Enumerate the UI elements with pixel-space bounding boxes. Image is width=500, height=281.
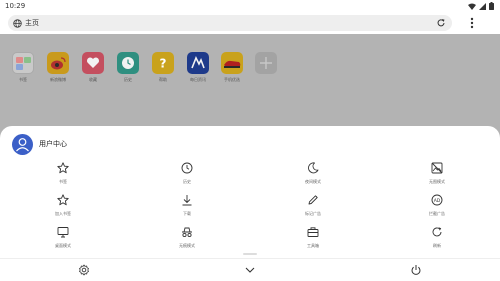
status-bar: 10:29 [0,0,500,12]
menu-label: 标记广告 [305,211,321,216]
shortcut-help[interactable]: ? 帮助 [150,52,176,82]
address-text: 主页 [25,19,39,27]
clock-icon [181,162,193,174]
menu-desktop-mode[interactable]: 桌面模式 [33,225,93,248]
address-bar[interactable]: 主页 [8,15,452,31]
menu-downloads[interactable]: 下载 [157,193,217,216]
help-icon: ? [152,52,174,74]
menu-label: 桌面模式 [55,243,71,248]
sheet-grip[interactable] [243,253,257,255]
menu-toolbox[interactable]: 工具箱 [283,225,343,248]
svg-text:AD: AD [434,198,441,204]
system-icons [468,2,494,10]
menu-label: 夜间模式 [305,179,321,184]
power-icon[interactable] [410,264,422,276]
moon-icon [308,162,319,174]
shortcut-add[interactable] [253,52,279,82]
shoe-icon [221,52,243,74]
weibo-icon [47,52,69,74]
user-center-header[interactable]: 用户中心 [12,133,67,155]
menu-label: 历史 [183,179,191,184]
pencil-icon [308,195,318,205]
menu-refresh[interactable]: 刷新 [407,225,467,248]
reload-icon[interactable] [436,18,446,28]
menu-add-bookmark[interactable]: 加入书签 [33,193,93,216]
svg-text:?: ? [160,57,167,71]
shortcut-news[interactable]: 每日资讯 [185,52,211,82]
battery-icon [489,2,494,10]
wifi-icon [468,3,476,10]
star-outline-icon [57,194,69,206]
clock-icon [117,52,139,74]
add-icon [255,52,277,74]
shortcut-favorites[interactable]: 收藏 [80,52,106,82]
avatar[interactable] [12,133,33,155]
menu-label: 无图模式 [429,179,445,184]
shortcut-label: 历史 [124,77,132,82]
menu-mark-ads[interactable]: 标记广告 [283,193,343,216]
overflow-menu-icon[interactable] [466,16,478,30]
shortcut-label: 新浪微博 [50,77,66,82]
user-center-title: 用户中心 [39,140,67,148]
no-image-icon [431,162,443,174]
menu-history[interactable]: 历史 [157,161,217,184]
shortcut-label: 收藏 [89,77,97,82]
user-icon [16,137,29,151]
status-time: 10:29 [5,2,26,10]
star-icon [57,162,69,174]
download-icon [182,195,192,206]
menu-incognito[interactable]: 无痕模式 [157,225,217,248]
shortcut-label: 帮助 [159,77,167,82]
shortcut-shop[interactable]: 手机优选 [219,52,245,82]
shortcut-weibo[interactable]: 新浪微博 [45,52,71,82]
desktop-icon [57,227,69,238]
menu-label: 刷新 [433,243,441,248]
menu-block-ads[interactable]: AD 拦截广告 [407,193,467,216]
toolbox-icon [307,227,319,237]
shortcut-bookmarks[interactable]: 书签 [10,52,36,82]
shortcut-label: 手机优选 [224,77,240,82]
incognito-icon [182,227,192,238]
news-icon [187,52,209,74]
shortcut-history[interactable]: 历史 [115,52,141,82]
menu-label: 无痕模式 [179,243,195,248]
menu-night-mode[interactable]: 夜间模式 [283,161,343,184]
shortcut-label: 每日资讯 [190,77,206,82]
chevron-down-icon[interactable] [244,264,256,276]
globe-icon [13,18,22,28]
menu-label: 加入书签 [55,211,71,216]
settings-icon[interactable] [78,264,90,276]
menu-label: 拦截广告 [429,211,445,216]
signal-icon [479,2,486,10]
menu-label: 下载 [183,211,191,216]
browser-toolbar: 主页 [0,12,500,34]
heart-icon [82,52,104,74]
folder-icon [12,52,34,74]
refresh-icon [432,227,442,237]
menu-label: 书签 [59,179,67,184]
sheet-bottom-bar [0,258,500,281]
shortcut-label: 书签 [19,77,27,82]
menu-label: 工具箱 [307,243,319,248]
shortcut-label [253,77,279,82]
menu-no-image-mode[interactable]: 无图模式 [407,161,467,184]
ad-block-icon: AD [431,194,443,206]
menu-bookmarks[interactable]: 书签 [33,161,93,184]
